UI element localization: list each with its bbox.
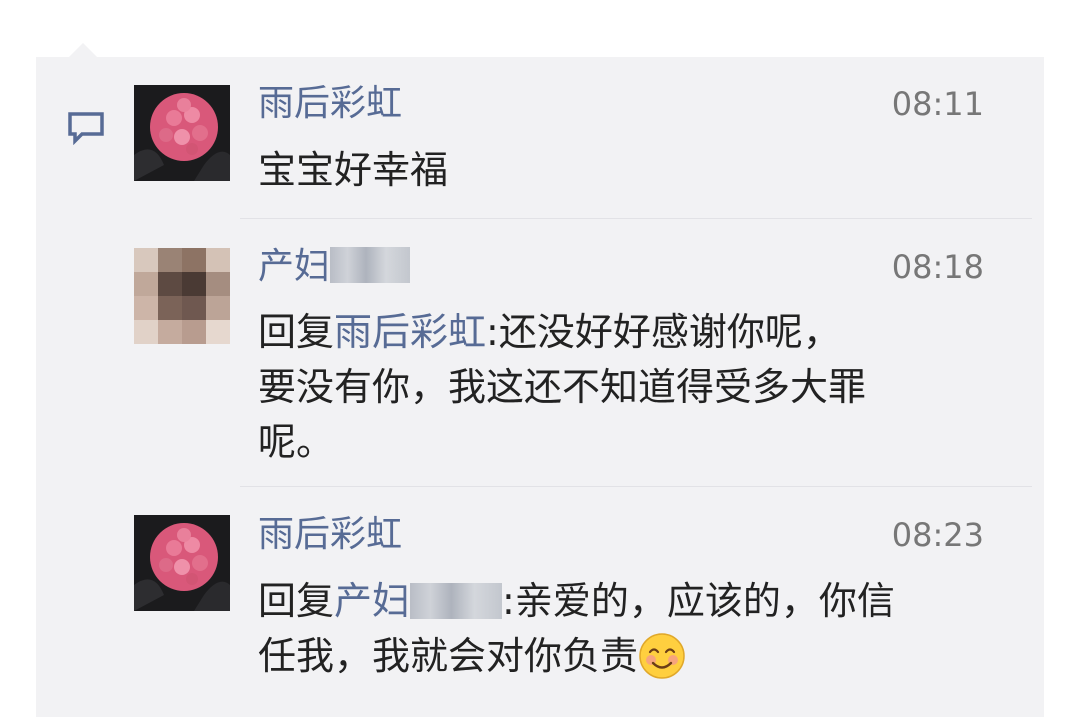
smiling-face-emoji-icon — [639, 632, 685, 679]
comment-line: 要没有你，我这还不知道得受多大罪 — [258, 365, 867, 409]
reply-to-link[interactable]: 雨后彩虹 — [334, 310, 486, 354]
comment-time: 08:23 — [891, 516, 984, 554]
avatar[interactable] — [134, 515, 230, 611]
divider — [240, 486, 1032, 487]
comment-time: 08:18 — [891, 248, 984, 286]
divider — [240, 218, 1032, 219]
comment-line: 还没好好感谢你呢， — [498, 310, 841, 354]
reply-to-name: 产妇 — [334, 579, 411, 623]
avatar[interactable] — [134, 248, 230, 344]
comment-author[interactable]: 雨后彩虹 — [258, 84, 402, 124]
reply-prefix: 回复 — [258, 310, 335, 354]
comment-text: 回复产妇:亲爱的，应该的，你信 任我，我就会对你负责 — [258, 574, 988, 684]
comment-text: 宝宝好幸福 — [258, 148, 449, 192]
reply-separator: : — [486, 310, 499, 354]
reply-prefix: 回复 — [258, 579, 335, 623]
reply-separator: : — [502, 579, 515, 623]
comment-author[interactable]: 产妇 — [258, 246, 411, 287]
panel-notch — [68, 43, 98, 58]
comment-author[interactable]: 雨后彩虹 — [258, 515, 402, 555]
redacted-name — [330, 247, 411, 283]
avatar[interactable] — [134, 85, 230, 181]
comment-text: 回复雨后彩虹:还没好好感谢你呢， 要没有你，我这还不知道得受多大罪 呢。 — [258, 305, 988, 470]
reply-to-link[interactable]: 产妇 — [334, 579, 503, 623]
comment-time: 08:11 — [891, 85, 984, 123]
comment-line: 任我，我就会对你负责 — [258, 634, 639, 678]
redacted-name — [410, 582, 503, 619]
comment-icon — [68, 112, 104, 145]
author-name: 产妇 — [258, 246, 331, 287]
comment-line: 亲爱的，应该的，你信 — [514, 579, 895, 623]
comment-line: 呢。 — [258, 420, 335, 464]
